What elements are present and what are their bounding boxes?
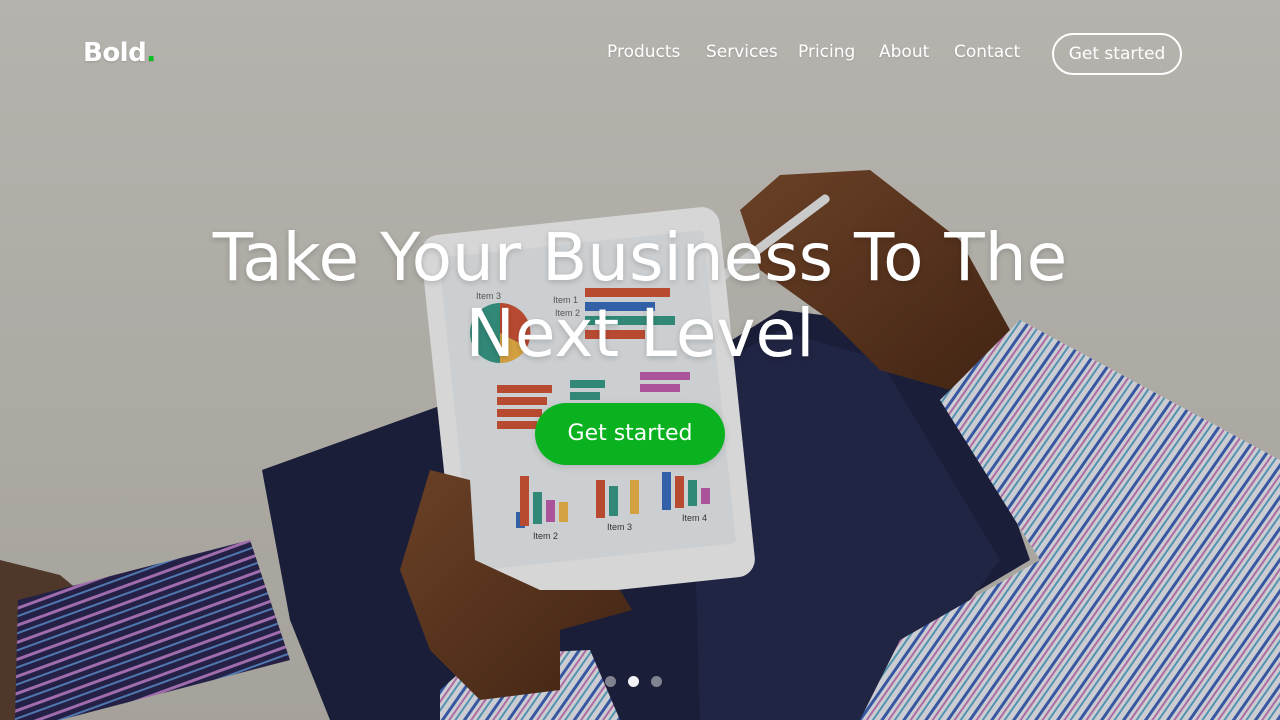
carousel-indicators xyxy=(600,676,680,690)
carousel-dot-1[interactable] xyxy=(605,676,616,687)
nav-item-about[interactable]: About xyxy=(879,42,929,62)
nav-get-started-button[interactable]: Get started xyxy=(1052,33,1182,75)
carousel-dot-2[interactable] xyxy=(628,676,639,687)
brand-name: Bold xyxy=(83,38,147,68)
tablet-label-item3: Item 3 xyxy=(607,522,632,532)
tablet-label-item4: Item 4 xyxy=(682,513,707,523)
hero-headline: Take Your Business To The Next Level xyxy=(212,219,1068,372)
brand-logo[interactable]: Bold. xyxy=(83,38,156,68)
nav-item-products[interactable]: Products xyxy=(607,42,680,62)
carousel-dot-3[interactable] xyxy=(651,676,662,687)
nav-item-services[interactable]: Services xyxy=(706,42,778,62)
tablet-label-item2: Item 2 xyxy=(533,531,558,541)
nav-item-contact[interactable]: Contact xyxy=(954,42,1020,62)
nav-item-pricing[interactable]: Pricing xyxy=(798,42,855,62)
brand-dot: . xyxy=(146,38,156,68)
top-navbar: Bold. Products Services Pricing About Co… xyxy=(0,0,1280,108)
hero-get-started-button[interactable]: Get started xyxy=(535,403,725,465)
